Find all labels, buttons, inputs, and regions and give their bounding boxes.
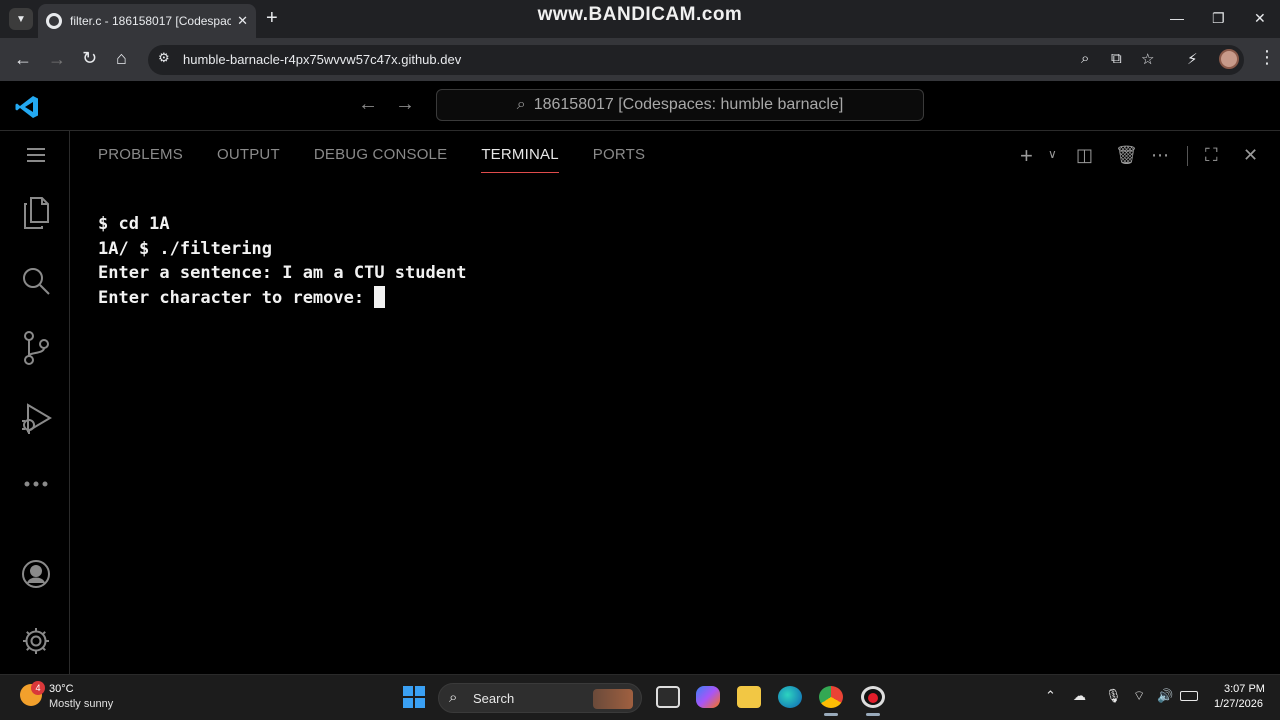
tab-terminal[interactable]: TERMINAL (481, 146, 560, 173)
split-terminal-icon[interactable]: ◫ (1076, 145, 1093, 166)
microphone-icon[interactable]: 🎙 (1105, 688, 1122, 704)
nav-forward-icon[interactable]: → (395, 93, 415, 116)
bandicam-active-indicator (866, 713, 880, 716)
close-panel-icon[interactable]: ✕ (1243, 145, 1258, 166)
install-app-icon[interactable]: ⧉ (1111, 50, 1122, 67)
nav-back-icon[interactable]: ← (358, 93, 378, 116)
search-highlight-image (593, 689, 633, 709)
weather-condition[interactable]: Mostly sunny (49, 698, 113, 710)
show-hidden-icons-chevron-icon[interactable]: ⌃ (1045, 688, 1056, 704)
terminal-prompt-text: Enter character to remove: (98, 287, 375, 308)
search-icon: ⌕ (516, 96, 526, 113)
panel-tab-strip: PROBLEMS OUTPUT DEBUG CONSOLE TERMINAL P… (98, 146, 679, 173)
terminal-line: 1A/ $ ./filtering (98, 238, 272, 259)
run-debug-icon[interactable] (18, 400, 54, 436)
terminal-line: Enter a sentence: I am a CTU student (98, 263, 467, 283)
settings-gear-icon[interactable] (18, 623, 54, 659)
task-view-icon[interactable] (656, 686, 680, 708)
tab-ports[interactable]: PORTS (593, 146, 645, 172)
reload-icon[interactable]: ↻ (82, 48, 97, 69)
source-control-icon[interactable] (18, 330, 54, 366)
window-minimize-button[interactable]: — (1170, 10, 1184, 26)
maximize-panel-icon[interactable]: ⛶ (1205, 145, 1218, 166)
bookmark-star-icon[interactable]: ☆ (1141, 50, 1154, 68)
file-explorer-icon[interactable] (737, 686, 761, 708)
clock-time[interactable]: 3:07 PM (1224, 683, 1265, 695)
taskbar-search-box[interactable]: ⌕ Search (438, 683, 642, 713)
explorer-icon[interactable] (18, 195, 54, 231)
back-arrow-icon[interactable]: ← (14, 49, 32, 70)
terminal-output[interactable]: $ cd 1A 1A/ $ ./filtering Enter a senten… (98, 212, 466, 310)
forward-arrow-icon[interactable]: → (48, 49, 66, 70)
clock-date[interactable]: 1/27/2026 (1214, 698, 1263, 710)
chrome-active-indicator (824, 713, 838, 716)
profile-avatar[interactable] (1219, 49, 1239, 69)
edge-browser-icon[interactable] (778, 686, 802, 708)
terminal-prompt-line[interactable]: Enter character to remove: (98, 285, 466, 311)
terminal-line: $ cd 1A (98, 214, 170, 234)
kill-terminal-trash-icon[interactable]: 🗑 (1115, 145, 1138, 166)
weather-temperature[interactable]: 30°C (49, 683, 74, 695)
taskbar-search-icon: ⌕ (449, 689, 458, 706)
wifi-icon[interactable]: ⌔ (1133, 688, 1145, 704)
windows-start-icon[interactable] (403, 686, 425, 708)
copilot-icon[interactable] (696, 686, 720, 708)
menu-icon[interactable] (18, 137, 54, 173)
record-dot-icon (868, 693, 878, 703)
window-close-button[interactable]: ✕ (1254, 10, 1266, 27)
terminal-cursor (374, 285, 386, 308)
tab-debug-console[interactable]: DEBUG CONSOLE (314, 146, 447, 172)
taskbar-search-label: Search (473, 691, 515, 706)
command-center[interactable]: ⌕ 186158017 [Codespaces: humble barnacle… (436, 89, 924, 121)
more-icon[interactable] (18, 466, 54, 502)
search-activity-icon[interactable] (18, 263, 54, 299)
weather-notification-badge: 4 (31, 681, 45, 695)
site-info-icon[interactable]: ⚙ (158, 50, 176, 68)
new-terminal-plus-icon[interactable]: + (1020, 143, 1033, 169)
home-icon[interactable]: ⌂ (116, 48, 127, 69)
browser-menu-icon[interactable]: ⋮ (1258, 47, 1276, 68)
extensions-icon[interactable]: ⚡ (1187, 50, 1198, 68)
tab-problems[interactable]: PROBLEMS (98, 146, 183, 172)
bandicam-watermark: www.BANDICAM.com (537, 4, 743, 25)
command-center-label: 186158017 [Codespaces: humble barnacle] (533, 96, 844, 113)
panel-actions-divider (1187, 146, 1188, 166)
panel-more-actions-icon[interactable]: ⋯ (1151, 145, 1169, 166)
vscode-logo-icon[interactable] (14, 94, 40, 120)
tab-output[interactable]: OUTPUT (217, 146, 280, 172)
chrome-browser-icon[interactable] (819, 686, 843, 708)
battery-icon[interactable] (1180, 691, 1198, 701)
onedrive-cloud-icon[interactable]: ☁ (1073, 688, 1086, 704)
accounts-icon[interactable] (18, 556, 54, 592)
terminal-profile-chevron-icon[interactable]: ∨ (1048, 147, 1057, 161)
zoom-icon[interactable]: ⌕ (1081, 50, 1089, 67)
url-text[interactable]: humble-barnacle-r4px75wvvw57c47x.github.… (183, 52, 461, 67)
volume-icon[interactable]: 🔊 (1157, 688, 1173, 704)
window-maximize-button[interactable]: ❐ (1212, 10, 1225, 27)
